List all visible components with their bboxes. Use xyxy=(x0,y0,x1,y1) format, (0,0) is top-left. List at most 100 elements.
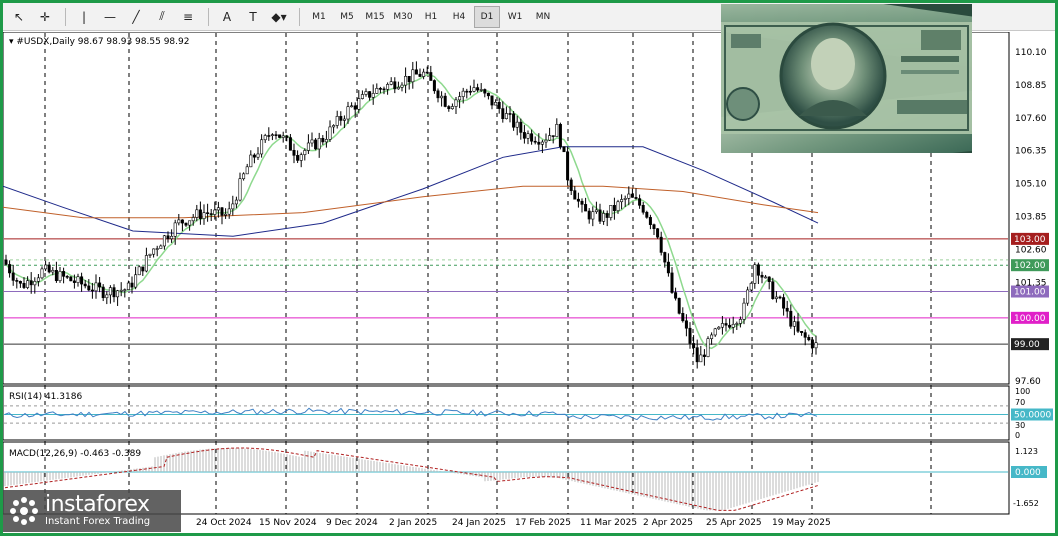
candle-body xyxy=(418,73,422,77)
candle-body xyxy=(659,236,663,253)
candle-body xyxy=(69,276,73,282)
macd-scale-label: -1.652 xyxy=(1013,499,1039,508)
cursor-icon[interactable]: ↖ xyxy=(7,6,31,28)
candle-body xyxy=(346,106,350,120)
candle-body xyxy=(332,125,336,128)
candle-body xyxy=(195,209,199,218)
candle-body xyxy=(476,87,480,91)
candle-body xyxy=(652,224,656,229)
candle-body xyxy=(753,264,757,284)
candle-body xyxy=(155,248,159,250)
candle-body xyxy=(371,93,375,98)
candle-body xyxy=(188,220,192,226)
candle-body xyxy=(684,320,688,329)
macd-level-badge-label: 0.000 xyxy=(1015,468,1041,478)
candle-body xyxy=(576,198,580,202)
candle-body xyxy=(314,139,318,150)
candle-body xyxy=(364,91,368,95)
candle-body xyxy=(612,205,616,211)
candle-body xyxy=(425,71,429,74)
candle-body xyxy=(720,323,724,328)
candle-body xyxy=(620,199,624,203)
candle-body xyxy=(350,105,354,108)
candle-body xyxy=(807,337,811,341)
candle-body xyxy=(414,69,418,75)
candle-body xyxy=(670,272,674,293)
candle-body xyxy=(569,179,573,191)
candle-body xyxy=(803,332,807,338)
price-axis-label: 102.60 xyxy=(1015,245,1047,255)
candle-body xyxy=(789,310,793,327)
fibonacci-icon[interactable]: ≡ xyxy=(176,6,200,28)
price-axis-label: 107.60 xyxy=(1015,114,1047,124)
candle-body xyxy=(288,137,292,151)
text-label-icon[interactable]: T xyxy=(241,6,265,28)
level-badge-label: 99.00 xyxy=(1014,340,1040,350)
date-axis-label: 24 Jan 2025 xyxy=(452,518,506,528)
timeframe-m1[interactable]: M1 xyxy=(306,6,332,28)
timeframe-h4[interactable]: H4 xyxy=(446,6,472,28)
timeframe-mn[interactable]: MN xyxy=(530,6,556,28)
candle-body xyxy=(47,264,51,273)
candle-body xyxy=(29,280,33,286)
candle-body xyxy=(530,133,534,142)
candle-body xyxy=(281,135,285,138)
candle-body xyxy=(537,141,541,145)
channel-icon[interactable]: ⫽ xyxy=(150,6,174,28)
macd-header: MACD(12,26,9) -0.463 -0.389 xyxy=(9,449,141,459)
candle-body xyxy=(98,282,102,288)
shapes-icon[interactable]: ◆▾ xyxy=(267,6,291,28)
candle-body xyxy=(162,235,166,247)
timeframe-h1[interactable]: H1 xyxy=(418,6,444,28)
candle-body xyxy=(328,126,332,140)
candle-body xyxy=(702,354,706,357)
candle-body xyxy=(87,285,91,291)
candle-body xyxy=(746,289,750,304)
candle-body xyxy=(242,173,246,180)
trend-line-icon[interactable]: ╱ xyxy=(124,6,148,28)
candle-body xyxy=(616,201,620,211)
candle-body xyxy=(810,339,814,349)
candle-body xyxy=(80,276,84,285)
candle-body xyxy=(119,289,123,292)
candle-body xyxy=(440,95,444,99)
timeframe-m5[interactable]: M5 xyxy=(334,6,360,28)
candle-body xyxy=(321,138,325,143)
crosshair-icon[interactable]: ✛ xyxy=(33,6,57,28)
candle-body xyxy=(731,323,735,328)
candle-body xyxy=(317,138,321,150)
candle-body xyxy=(544,139,548,143)
candle-body xyxy=(515,121,519,128)
candle-body xyxy=(465,90,469,93)
candle-body xyxy=(634,197,638,199)
candle-body xyxy=(170,235,174,240)
vertical-line-icon[interactable]: | xyxy=(72,6,96,28)
timeframe-w1[interactable]: W1 xyxy=(502,6,528,28)
candle-body xyxy=(310,139,314,144)
candle-body xyxy=(180,219,184,224)
timeframe-m15[interactable]: M15 xyxy=(362,6,388,28)
timeframe-m30[interactable]: M30 xyxy=(390,6,416,28)
candle-body xyxy=(555,124,559,137)
timeframe-d1[interactable]: D1 xyxy=(474,5,500,28)
candle-body xyxy=(26,280,30,288)
level-badge-label: 100.00 xyxy=(1014,314,1046,324)
candle-body xyxy=(443,95,447,107)
level-badge-label: 103.00 xyxy=(1014,235,1046,245)
text-icon[interactable]: A xyxy=(215,6,239,28)
candle-body xyxy=(270,134,274,136)
candle-body xyxy=(90,289,94,292)
candle-body xyxy=(62,271,66,277)
candle-body xyxy=(710,334,714,339)
horizontal-line-icon[interactable]: — xyxy=(98,6,122,28)
candle-body xyxy=(159,245,163,249)
candle-body xyxy=(738,319,742,324)
candle-body xyxy=(51,270,55,273)
candle-body xyxy=(198,209,202,219)
candle-body xyxy=(134,274,138,288)
dollar-bills-image xyxy=(721,4,972,153)
price-axis-label: 97.60 xyxy=(1015,377,1041,387)
candle-body xyxy=(306,142,310,151)
candle-body xyxy=(400,84,404,88)
candle-body xyxy=(501,108,505,119)
